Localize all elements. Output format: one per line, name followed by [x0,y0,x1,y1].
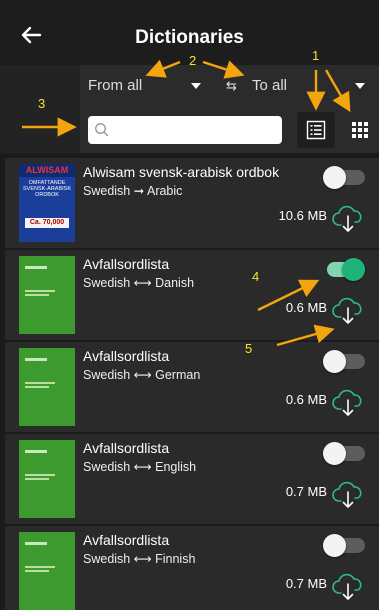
annotation-label-1: 1 [312,48,320,63]
annotation-label-2: 2 [189,53,197,68]
annotation-label-4: 4 [252,269,260,284]
annotation-arrows [22,59,351,347]
annotation-label-5: 5 [245,341,253,356]
annotation-label-3: 3 [38,96,46,111]
